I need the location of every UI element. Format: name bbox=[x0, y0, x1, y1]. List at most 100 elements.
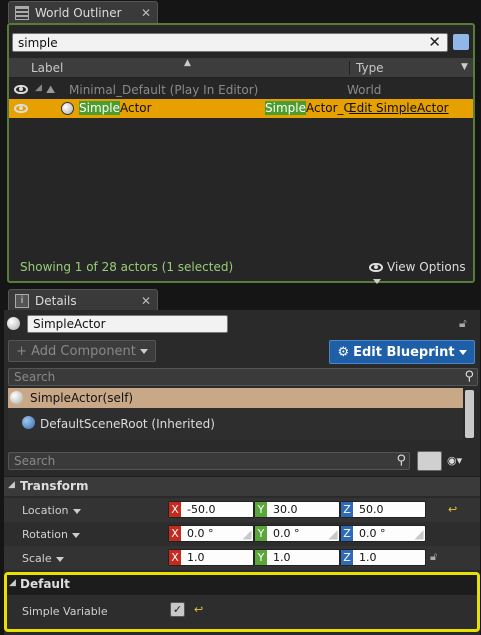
x-axis-label: X bbox=[169, 550, 181, 565]
rotation-y-value: 0.0 ° bbox=[267, 526, 327, 541]
component-tree: SimpleActor(self) DefaultSceneRoot (Inhe… bbox=[8, 388, 463, 440]
outliner-header: Label ▲ Type ▼ bbox=[9, 58, 473, 78]
add-component-label: + Add Component bbox=[16, 343, 136, 359]
edit-blueprint-button[interactable]: ⚙ Edit Blueprint bbox=[329, 340, 475, 364]
simple-variable-checkbox[interactable]: ✓ bbox=[170, 602, 185, 617]
lock-icon[interactable]: 🔓︎ bbox=[459, 316, 467, 331]
default-header[interactable]: ◢ Default bbox=[7, 575, 477, 595]
rotation-label-text: Rotation bbox=[22, 528, 69, 541]
eye-icon bbox=[369, 263, 383, 272]
chevron-down-icon bbox=[72, 532, 81, 538]
y-axis-label: Y bbox=[255, 526, 267, 541]
search-icon[interactable]: ⚲ bbox=[464, 369, 474, 384]
scale-y-field[interactable]: Y 1.0 bbox=[254, 549, 340, 566]
visibility-options-icon[interactable]: ◉▾ bbox=[447, 454, 462, 467]
view-options-label: View Options bbox=[387, 260, 466, 274]
outliner-row-simpleactor[interactable]: SimpleActor SimpleActor_C Edit SimpleAct… bbox=[9, 99, 473, 118]
tab-world-outliner[interactable]: World Outliner ✕ bbox=[8, 1, 158, 23]
z-axis-label: Z bbox=[341, 526, 353, 541]
location-y-value: 30.0 bbox=[267, 502, 339, 517]
search-icon[interactable]: ⚲ bbox=[396, 453, 406, 468]
drag-handle-icon[interactable]: ◢ bbox=[327, 526, 339, 541]
gear-icon: ⚙ bbox=[337, 344, 350, 360]
actor-name-value: SimpleActor bbox=[33, 317, 106, 331]
actor-name-field[interactable]: SimpleActor bbox=[27, 315, 228, 333]
close-icon[interactable]: ✕ bbox=[141, 294, 151, 308]
location-row: Location X -50.0 Y 30.0 Z 50.0 ↩ bbox=[4, 498, 480, 522]
reset-icon[interactable]: ↩ bbox=[448, 503, 457, 516]
rotation-label[interactable]: Rotation bbox=[22, 528, 81, 541]
z-axis-label: Z bbox=[341, 502, 353, 517]
lock-scale-icon[interactable]: 🔓︎ bbox=[430, 550, 437, 564]
add-component-button[interactable]: + Add Component bbox=[8, 340, 156, 362]
outliner-status: Showing 1 of 28 actors (1 selected) bbox=[20, 260, 234, 274]
col-type[interactable]: Type bbox=[349, 61, 384, 75]
chevron-down-icon bbox=[55, 556, 64, 562]
component-search-input[interactable]: Search ⚲ bbox=[8, 368, 478, 386]
tab-label: World Outliner bbox=[35, 5, 122, 20]
z-axis-label: Z bbox=[341, 550, 353, 565]
edit-blueprint-label: Edit Blueprint bbox=[353, 344, 455, 360]
visibility-eye-icon[interactable] bbox=[14, 85, 28, 94]
add-filter-icon[interactable] bbox=[453, 34, 469, 50]
reset-icon[interactable]: ↩ bbox=[194, 603, 203, 616]
tab-details[interactable]: i Details ✕ bbox=[8, 289, 158, 311]
tab-label: Details bbox=[35, 293, 77, 308]
column-options-icon[interactable]: ▼ bbox=[461, 62, 468, 72]
scale-label-text: Scale bbox=[22, 552, 52, 565]
view-options-button[interactable]: View Options bbox=[369, 260, 473, 288]
outliner-row-world[interactable]: ◢ ⛰ Minimal_Default (Play In Editor) Wor… bbox=[9, 80, 473, 99]
property-matrix-button[interactable] bbox=[417, 451, 442, 471]
rotation-x-value: 0.0 ° bbox=[181, 526, 241, 541]
component-scrollbar[interactable] bbox=[465, 390, 474, 438]
drag-handle-icon[interactable]: ◢ bbox=[241, 526, 253, 541]
rotation-z-field[interactable]: Z 0.0 ° ◢ bbox=[340, 525, 426, 542]
close-icon[interactable]: ✕ bbox=[141, 6, 151, 20]
sort-arrow-icon: ▲ bbox=[184, 58, 191, 68]
rotation-y-field[interactable]: Y 0.0 ° ◢ bbox=[254, 525, 340, 542]
visibility-eye-icon[interactable] bbox=[14, 104, 28, 113]
rotation-z-value: 0.0 ° bbox=[353, 526, 413, 541]
drag-handle-icon[interactable]: ◢ bbox=[413, 526, 425, 541]
transform-header[interactable]: ◢ Transform bbox=[4, 476, 480, 496]
location-y-field[interactable]: Y 30.0 bbox=[254, 501, 340, 518]
location-x-field[interactable]: X -50.0 bbox=[168, 501, 254, 518]
scale-row: Scale X 1.0 Y 1.0 Z 1.0 🔓︎ bbox=[4, 546, 480, 570]
actor-sphere-icon bbox=[7, 317, 20, 330]
component-item-root[interactable]: DefaultSceneRoot (Inherited) bbox=[8, 412, 463, 434]
component-item-self[interactable]: SimpleActor(self) bbox=[8, 388, 463, 408]
chevron-down-icon bbox=[373, 279, 381, 284]
collapse-arrow-icon: ◢ bbox=[9, 578, 16, 588]
component-label: SimpleActor(self) bbox=[30, 391, 134, 405]
collapse-arrow-icon: ◢ bbox=[8, 480, 15, 490]
chevron-down-icon bbox=[72, 508, 81, 514]
actor-sphere-icon bbox=[61, 102, 74, 115]
expand-arrow-icon[interactable]: ◢ bbox=[35, 83, 42, 93]
match-highlight: Simple bbox=[265, 101, 306, 115]
search-placeholder: Search bbox=[14, 370, 56, 384]
location-z-field[interactable]: Z 50.0 bbox=[340, 501, 426, 518]
scale-x-value: 1.0 bbox=[181, 550, 253, 565]
col-label[interactable]: Label bbox=[31, 61, 63, 75]
scene-root-icon bbox=[22, 416, 35, 429]
chevron-down-icon bbox=[458, 349, 467, 355]
rotation-row: Rotation X 0.0 ° ◢ Y 0.0 ° ◢ Z 0.0 ° ◢ bbox=[4, 522, 480, 546]
scale-label[interactable]: Scale bbox=[22, 552, 64, 565]
scale-z-field[interactable]: Z 1.0 bbox=[340, 549, 426, 566]
rotation-x-field[interactable]: X 0.0 ° ◢ bbox=[168, 525, 254, 542]
row-type: SimpleActor_C bbox=[265, 101, 352, 115]
location-label[interactable]: Location bbox=[22, 504, 81, 517]
row-type: World bbox=[347, 83, 382, 97]
row-label: SimpleActor bbox=[79, 101, 152, 115]
edit-actor-link[interactable]: Edit SimpleActor bbox=[349, 101, 449, 115]
outliner-search-input[interactable]: simple ✕ bbox=[12, 33, 448, 52]
property-search-input[interactable]: Search ⚲ bbox=[8, 452, 410, 470]
y-axis-label: Y bbox=[255, 502, 267, 517]
scale-x-field[interactable]: X 1.0 bbox=[168, 549, 254, 566]
scale-z-value: 1.0 bbox=[353, 550, 425, 565]
scale-y-value: 1.0 bbox=[267, 550, 339, 565]
x-axis-label: X bbox=[169, 526, 181, 541]
world-outliner-panel: simple ✕ Label ▲ Type ▼ ◢ ⛰ Minimal_Defa… bbox=[7, 23, 475, 284]
clear-search-icon[interactable]: ✕ bbox=[428, 33, 441, 51]
location-x-value: -50.0 bbox=[181, 502, 253, 517]
